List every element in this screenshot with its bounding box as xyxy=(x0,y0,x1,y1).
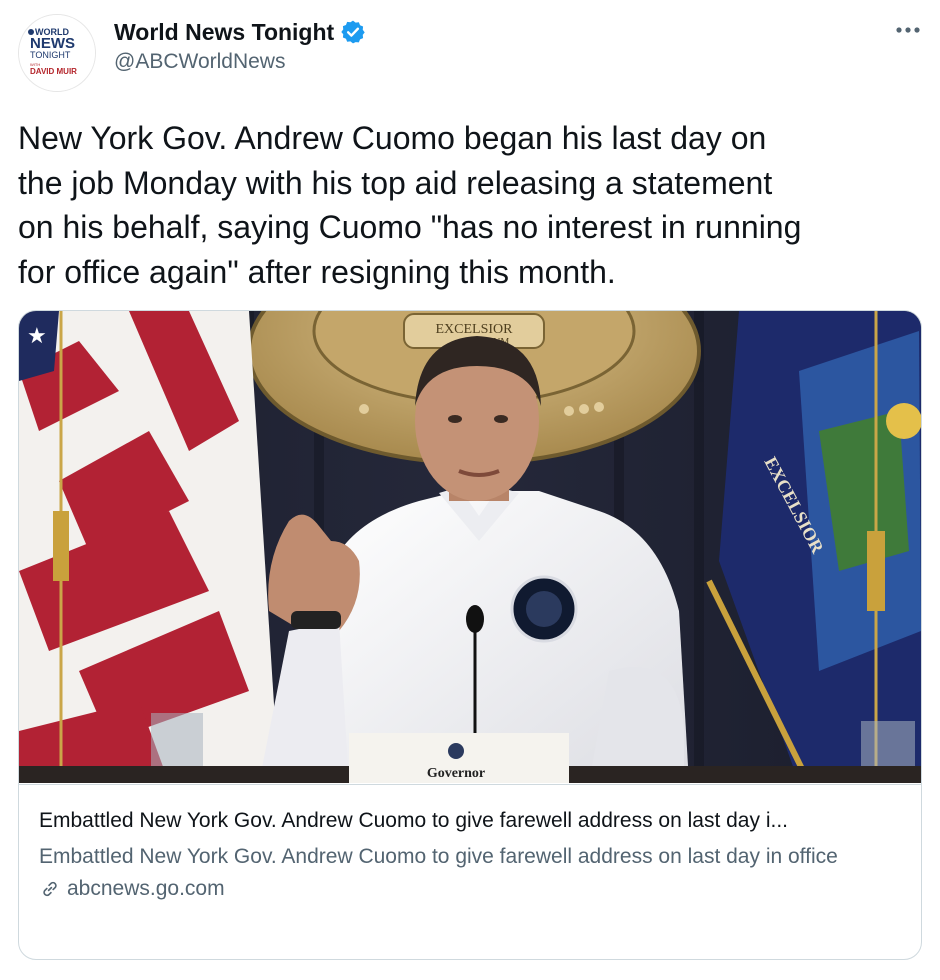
author-name-row: World News Tonight xyxy=(114,17,366,47)
link-icon xyxy=(43,881,57,897)
placard-text: Governor xyxy=(427,766,485,781)
card-image[interactable]: EXCELSIOR UNUM ★ xyxy=(19,311,921,783)
card-description: Embattled New York Gov. Andrew Cuomo to … xyxy=(39,845,838,868)
svg-text:★: ★ xyxy=(27,323,47,348)
more-horizontal-icon xyxy=(896,27,920,33)
american-flag: ★ xyxy=(19,311,279,783)
card-meta[interactable]: Embattled New York Gov. Andrew Cuomo to … xyxy=(19,784,921,959)
avatar-text-david-muir: DAVID MUIR xyxy=(30,67,77,76)
author-handle[interactable]: @ABCWorldNews xyxy=(114,50,366,74)
more-options-button[interactable] xyxy=(894,20,922,40)
link-card[interactable]: EXCELSIOR UNUM ★ xyxy=(18,310,922,960)
author-name[interactable]: World News Tonight xyxy=(114,19,334,46)
card-domain[interactable]: abcnews.go.com xyxy=(67,877,225,901)
avatar-text-tonight: TONIGHT xyxy=(30,50,71,60)
author-block: World News Tonight @ABCWorldNews xyxy=(114,17,366,74)
verified-badge-icon xyxy=(340,19,366,45)
governor-placard: Governor xyxy=(349,733,569,783)
tweet-text: New York Gov. Andrew Cuomo began his las… xyxy=(18,120,802,290)
avatar[interactable]: WORLD NEWS TONIGHT WITH DAVID MUIR xyxy=(18,14,96,92)
card-domain-row[interactable]: abcnews.go.com xyxy=(39,877,901,901)
seal-text-excelsior: EXCELSIOR xyxy=(436,322,514,337)
card-title[interactable]: Embattled New York Gov. Andrew Cuomo to … xyxy=(39,807,901,835)
world-news-tonight-logo: WORLD NEWS TONIGHT WITH DAVID MUIR xyxy=(19,15,95,91)
